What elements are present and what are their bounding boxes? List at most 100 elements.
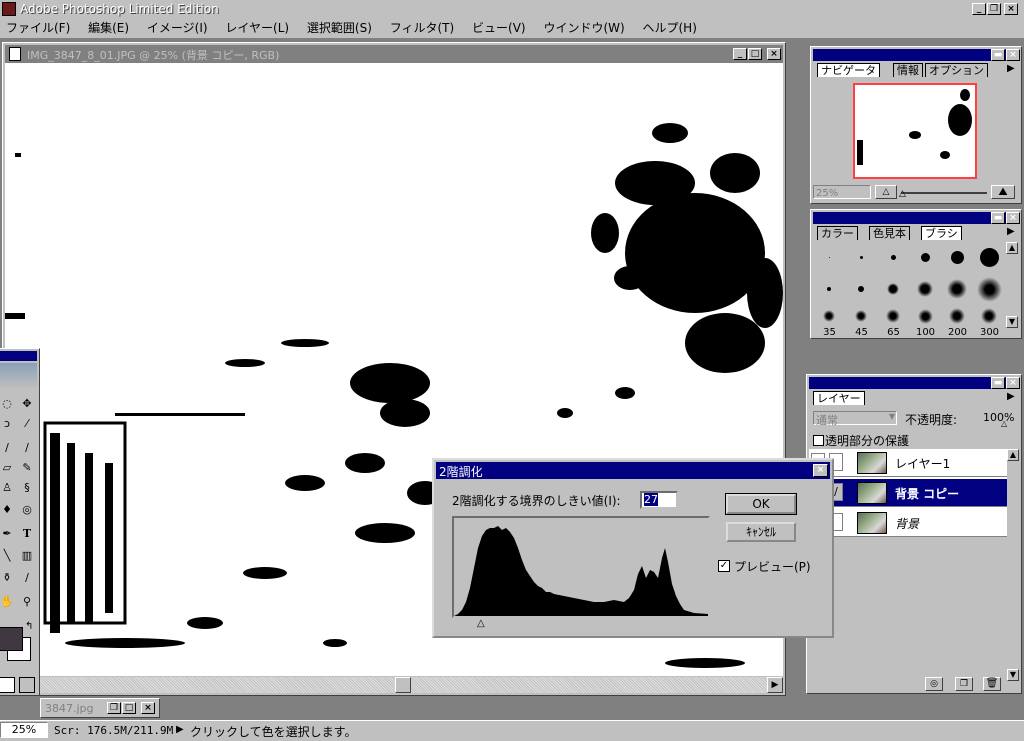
navigator-zoom-out-button[interactable]: △ xyxy=(875,185,897,199)
navigator-zoom-in-button[interactable]: ⛰ xyxy=(991,185,1015,199)
dialog-close-button[interactable]: × xyxy=(813,464,828,477)
threshold-input[interactable]: 27 xyxy=(640,491,678,509)
history-brush-tool-icon[interactable]: § xyxy=(17,479,37,497)
navigator-menu-icon[interactable]: ▶ xyxy=(1007,63,1015,74)
foreground-color-swatch[interactable] xyxy=(0,627,23,651)
zoom-tool-icon[interactable]: ⚲ xyxy=(17,593,37,611)
brush-45[interactable]: 45 xyxy=(846,306,877,338)
navigator-zoom-slider-thumb[interactable]: △ xyxy=(899,189,906,199)
navigator-zoom-slider[interactable] xyxy=(901,192,987,194)
brush-soft-6[interactable] xyxy=(974,274,1005,305)
brushes-scroll-up[interactable]: ▲ xyxy=(1006,242,1018,254)
menu-view[interactable]: ビュー(V) xyxy=(472,21,526,35)
opacity-slider-thumb[interactable]: △ xyxy=(1001,419,1007,428)
brush-soft-1[interactable] xyxy=(814,274,845,305)
navigator-close-button[interactable]: × xyxy=(1006,49,1020,61)
tab-swatches[interactable]: 色見本 xyxy=(869,226,910,240)
menu-layer[interactable]: レイヤー(L) xyxy=(225,21,289,35)
app-close-button[interactable]: × xyxy=(1004,3,1018,15)
minimized-close-button[interactable]: × xyxy=(141,702,155,714)
document-close-button[interactable]: × xyxy=(767,48,781,60)
menu-help[interactable]: ヘルプ(H) xyxy=(643,21,697,35)
status-scratch[interactable]: Scr: 176.5M/211.9M xyxy=(54,724,173,737)
navigator-zoom-field[interactable]: 25% xyxy=(813,185,871,199)
brush-9[interactable] xyxy=(910,242,941,273)
quick-mask-mode-icon[interactable] xyxy=(19,677,35,693)
preserve-transparency-checkbox[interactable] xyxy=(813,435,824,446)
paintbrush-tool-icon[interactable]: ∕ xyxy=(17,439,37,457)
delete-layer-button[interactable]: 🗑 xyxy=(983,677,1001,691)
type-tool-icon[interactable]: T xyxy=(17,525,37,543)
tab-layers[interactable]: レイヤー xyxy=(813,391,865,405)
layer-row-background-copy[interactable]: ∕ 背景 コピー xyxy=(809,479,1009,507)
line-tool-icon[interactable]: ╲ xyxy=(0,547,17,565)
document-minimize-button[interactable]: _ xyxy=(733,48,747,60)
airbrush-tool-icon[interactable]: ∕ xyxy=(0,439,17,457)
blend-mode-select[interactable]: 通常 ▼ xyxy=(813,411,897,427)
menu-image[interactable]: イメージ(I) xyxy=(147,21,208,35)
cancel-button[interactable]: ｷｬﾝｾﾙ xyxy=(726,522,796,542)
lasso-tool-icon[interactable]: ↄ xyxy=(0,415,17,433)
eraser-tool-icon[interactable]: ▱ xyxy=(0,459,17,477)
menu-filter[interactable]: フィルタ(T) xyxy=(390,21,454,35)
layer-row-layer1[interactable]: レイヤー1 xyxy=(809,449,1009,477)
layers-close-button[interactable]: × xyxy=(1006,377,1020,389)
brush-200[interactable]: 200 xyxy=(942,306,973,338)
tab-navigator[interactable]: ナビゲータ xyxy=(817,63,880,77)
layers-menu-icon[interactable]: ▶ xyxy=(1007,391,1015,402)
brush-35[interactable]: 35 xyxy=(814,306,845,338)
menu-select[interactable]: 選択範囲(S) xyxy=(307,21,372,35)
brushes-scroll-down[interactable]: ▼ xyxy=(1006,316,1018,328)
magic-wand-tool-icon[interactable]: ⁄ xyxy=(17,415,37,433)
pencil-tool-icon[interactable]: ✎ xyxy=(17,459,37,477)
new-layer-button[interactable]: ❐ xyxy=(955,677,973,691)
hscroll-thumb[interactable] xyxy=(395,677,411,693)
gradient-tool-icon[interactable]: ▥ xyxy=(17,547,37,565)
threshold-marker-icon[interactable]: △ xyxy=(477,618,485,629)
brushes-vscrollbar[interactable]: ▲ ▼ xyxy=(1006,242,1018,328)
brush-soft-2[interactable] xyxy=(846,274,877,305)
tab-info[interactable]: 情報 xyxy=(893,63,923,77)
pen-tool-icon[interactable]: ✒ xyxy=(0,525,17,543)
blur-tool-icon[interactable]: ♦ xyxy=(0,501,17,519)
minimized-restore-button[interactable]: ❐ xyxy=(107,702,121,714)
menu-window[interactable]: ウインドウ(W) xyxy=(543,21,624,35)
brush-3[interactable] xyxy=(846,242,877,273)
document-hscrollbar[interactable]: ▶ xyxy=(5,677,783,693)
brushes-close-button[interactable]: × xyxy=(1006,212,1020,224)
brush-13[interactable] xyxy=(942,242,973,273)
preview-checkbox[interactable]: ✓ xyxy=(718,560,730,572)
layers-vscrollbar[interactable]: ▲ ▼ xyxy=(1007,449,1019,681)
layers-minimize-button[interactable]: ▬ xyxy=(991,377,1005,389)
move-tool-icon[interactable]: ✥ xyxy=(17,395,37,413)
marquee-tool-icon[interactable]: ◌ xyxy=(0,395,17,413)
opacity-value[interactable]: 100% xyxy=(983,411,1014,424)
status-menu-icon[interactable]: ▶ xyxy=(176,724,184,735)
rubber-stamp-tool-icon[interactable]: ♙ xyxy=(0,479,17,497)
brush-soft-3[interactable] xyxy=(878,274,909,305)
navigator-minimize-button[interactable]: ▬ xyxy=(991,49,1005,61)
histogram[interactable] xyxy=(452,516,710,618)
tab-color[interactable]: カラー xyxy=(817,226,858,240)
tab-options[interactable]: オプション xyxy=(925,63,988,77)
app-minimize-button[interactable]: _ xyxy=(972,3,986,15)
minimized-document[interactable]: 3847.jpg ❐ □ × xyxy=(40,698,160,718)
brush-19[interactable] xyxy=(974,242,1005,273)
hscroll-right-button[interactable]: ▶ xyxy=(767,677,783,693)
paint-bucket-tool-icon[interactable]: ⚱ xyxy=(0,569,17,587)
ok-button[interactable]: OK xyxy=(725,493,797,515)
brush-5[interactable] xyxy=(878,242,909,273)
minimized-maximize-button[interactable]: □ xyxy=(122,702,136,714)
layers-scroll-down[interactable]: ▼ xyxy=(1007,669,1019,681)
document-maximize-button[interactable]: □ xyxy=(748,48,762,60)
add-mask-button[interactable]: ◎ xyxy=(925,677,943,691)
layer-row-background[interactable]: 背景 xyxy=(809,509,1009,537)
brush-300[interactable]: 300 xyxy=(974,306,1005,338)
app-restore-button[interactable]: ❐ xyxy=(987,3,1001,15)
brush-soft-5[interactable] xyxy=(942,274,973,305)
navigator-preview[interactable] xyxy=(853,83,977,179)
status-zoom-field[interactable]: 25% xyxy=(0,722,48,738)
layers-scroll-up[interactable]: ▲ xyxy=(1007,449,1019,461)
dodge-tool-icon[interactable]: ◎ xyxy=(17,501,37,519)
brush-100[interactable]: 100 xyxy=(910,306,941,338)
